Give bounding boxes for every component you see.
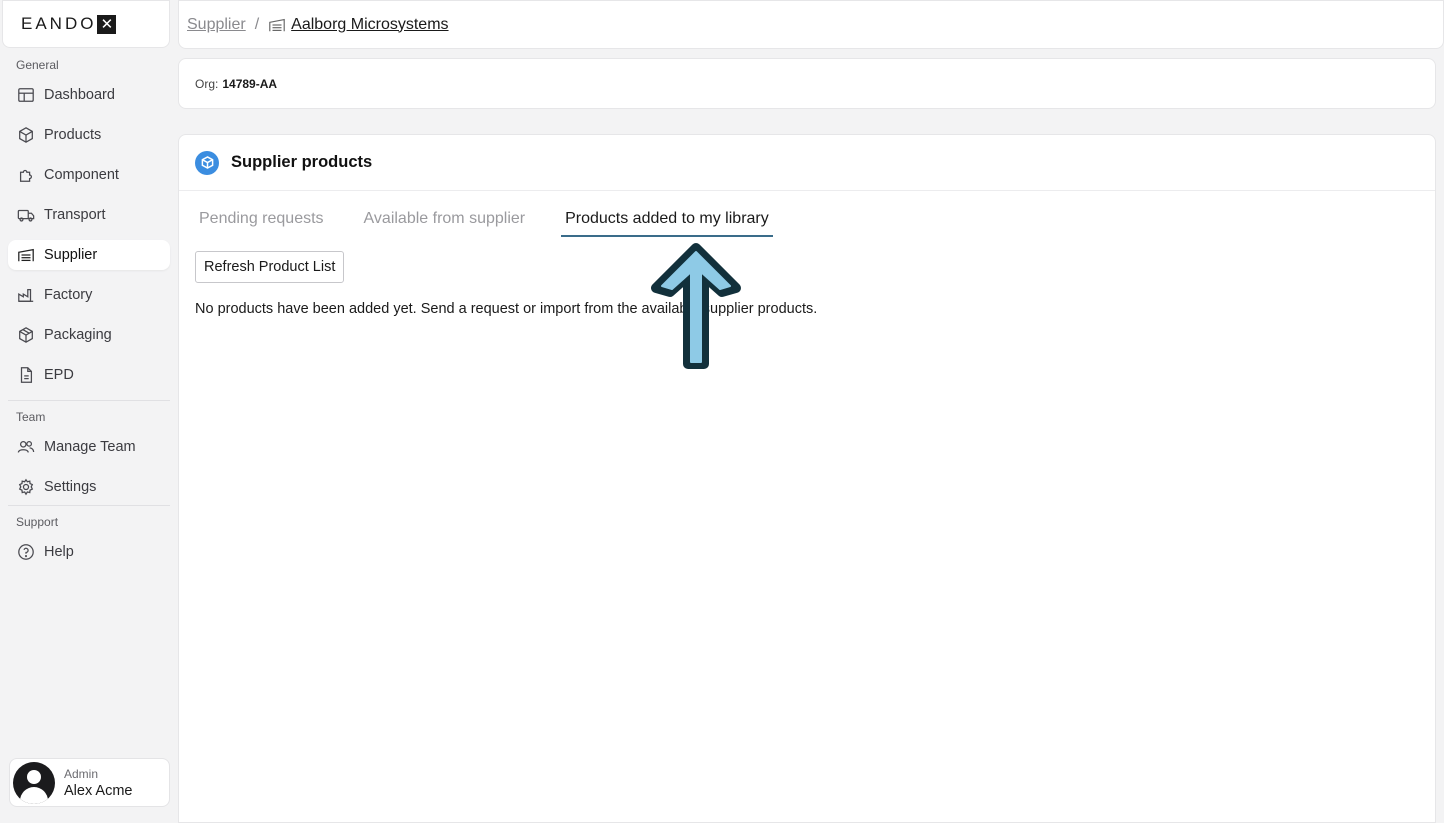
truck-icon [16,205,36,225]
breadcrumb-current[interactable]: Aalborg Microsystems [291,16,448,34]
org-value: 14789-AA [222,76,278,91]
sidebar-item-epd[interactable]: EPD [8,360,170,390]
section-label-support: Support [16,515,59,529]
sidebar-item-label: Manage Team [44,439,136,455]
cube-icon [195,150,219,175]
sidebar-item-component[interactable]: Component [8,160,170,190]
sidebar: EANDO ✕ General Dashboard Products Compon… [0,0,178,823]
tab-bar: Pending requests Available from supplier… [195,205,805,237]
sidebar-item-transport[interactable]: Transport [8,200,170,230]
puzzle-icon [16,165,36,185]
panel-header: Supplier products [179,135,1435,191]
section-label-team: Team [16,410,46,424]
sidebar-item-help[interactable]: Help [8,537,170,567]
gear-icon [16,477,36,497]
logo-text: EANDO [21,14,97,33]
breadcrumb: Supplier / Aalborg Microsystems [178,0,1444,49]
logo[interactable]: EANDO ✕ [2,0,170,48]
sidebar-item-dashboard[interactable]: Dashboard [8,80,170,110]
refresh-product-list-button[interactable]: Refresh Product List [195,251,345,283]
tab-available-from-supplier[interactable]: Available from supplier [360,205,530,237]
sidebar-divider [8,505,170,506]
sidebar-item-supplier[interactable]: Supplier [8,240,170,270]
empty-state-message: No products have been added yet. Send a … [195,301,818,317]
sidebar-item-label: Factory [44,287,93,303]
sidebar-item-settings[interactable]: Settings [8,472,170,502]
sidebar-item-manage-team[interactable]: Manage Team [8,432,170,462]
sidebar-item-label: Settings [44,479,97,495]
sidebar-item-label: Packaging [44,327,112,343]
sidebar-item-packaging[interactable]: Packaging [8,320,170,350]
user-profile[interactable]: Admin Alex Acme [9,758,170,807]
help-icon [16,542,36,562]
sidebar-item-label: Component [44,167,119,183]
org-info: Org: 14789-AA [178,58,1436,109]
sidebar-item-label: Products [44,127,102,143]
sidebar-item-label: Help [44,544,74,560]
sidebar-item-label: Dashboard [44,87,115,103]
logo-mark: ✕ [97,14,117,34]
breadcrumb-separator: / [254,15,260,33]
sidebar-item-products[interactable]: Products [8,120,170,150]
sidebar-item-label: EPD [44,367,74,383]
sidebar-item-label: Supplier [44,247,98,263]
warehouse-icon [16,245,36,265]
document-icon [16,365,36,385]
avatar [13,761,55,804]
tab-pending-requests[interactable]: Pending requests [195,205,328,237]
box-icon [16,125,36,145]
users-icon [16,437,36,457]
factory-icon [16,285,36,305]
sidebar-divider [8,400,170,401]
dashboard-icon [16,85,36,105]
warehouse-icon [268,16,286,34]
org-label: Org: [195,76,219,91]
supplier-products-panel: Supplier products Pending requests Avail… [178,134,1436,823]
sidebar-item-label: Transport [44,207,106,223]
panel-title: Supplier products [231,153,373,171]
user-name: Alex Acme [64,782,133,799]
tab-products-added-to-library[interactable]: Products added to my library [561,205,773,237]
breadcrumb-supplier-link[interactable]: Supplier [187,16,246,34]
package-icon [16,325,36,345]
sidebar-item-factory[interactable]: Factory [8,280,170,310]
section-label-general: General [16,58,59,72]
user-role: Admin [64,766,99,781]
